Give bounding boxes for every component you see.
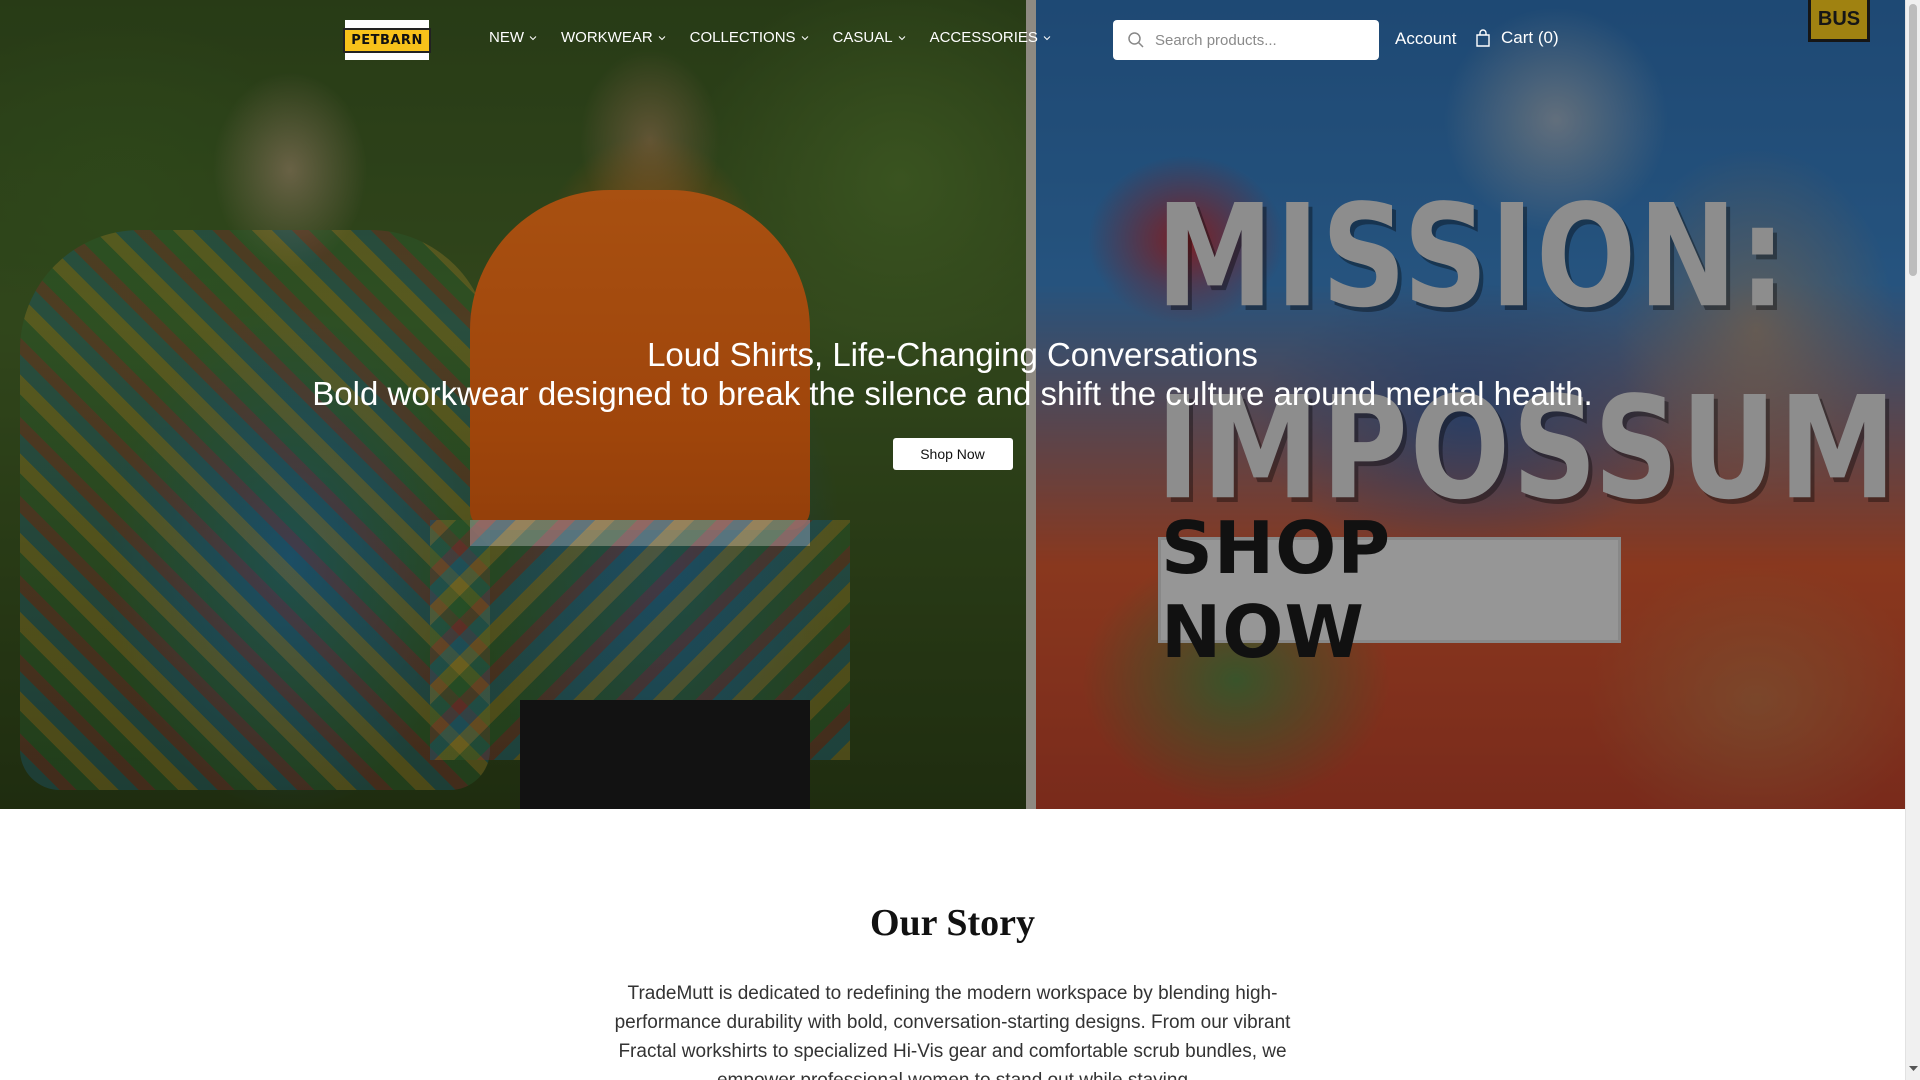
nav-item-workwear[interactable]: WORKWEAR: [561, 29, 666, 46]
story-paragraph: TradeMutt is dedicated to redefining the…: [614, 983, 1291, 1080]
section-title: Our Story: [869, 902, 1036, 944]
chevron-down-icon: [898, 34, 906, 42]
nav-item-casual[interactable]: CASUAL: [833, 29, 906, 46]
our-story-section: Our Story TradeMutt is dedicated to rede…: [0, 809, 1905, 1080]
scrollbar-thumb[interactable]: [1909, 4, 1917, 276]
nav-item-collections[interactable]: COLLECTIONS: [690, 29, 809, 46]
account-link[interactable]: Account: [1395, 29, 1456, 49]
search-icon[interactable]: [1127, 31, 1145, 49]
chevron-down-icon: [1043, 34, 1051, 42]
shop-now-button[interactable]: Shop Now: [892, 438, 1013, 470]
site-header: PETBARN NEW WORKWEAR COLLECTIONS CASUAL …: [0, 0, 1905, 80]
site-logo[interactable]: PETBARN: [343, 20, 431, 60]
chevron-down-icon: [801, 34, 809, 42]
cart-label: Cart (0): [1501, 28, 1559, 47]
shopping-bag-icon: [1475, 29, 1491, 47]
nav-item-accessories[interactable]: ACCESSORIES: [930, 29, 1051, 46]
search-bar: [1113, 20, 1379, 60]
scroll-down-arrow-icon[interactable]: [1908, 1062, 1919, 1074]
nav-item-new[interactable]: NEW: [489, 29, 537, 46]
page-scrollbar[interactable]: [1905, 0, 1920, 1080]
hero-subtitle: Bold workwear designed to break the sile…: [312, 375, 1593, 412]
hero-title: Loud Shirts, Life-Changing Conversations: [647, 336, 1258, 373]
hero-content: Loud Shirts, Life-Changing Conversations…: [0, 334, 1905, 470]
chevron-down-icon: [529, 34, 537, 42]
logo-text: PETBARN: [343, 27, 431, 53]
main-nav: NEW WORKWEAR COLLECTIONS CASUAL ACCESSOR…: [489, 29, 1075, 46]
search-input[interactable]: [1155, 31, 1355, 49]
cart-link[interactable]: Cart (0): [1475, 28, 1559, 48]
chevron-down-icon: [658, 34, 666, 42]
